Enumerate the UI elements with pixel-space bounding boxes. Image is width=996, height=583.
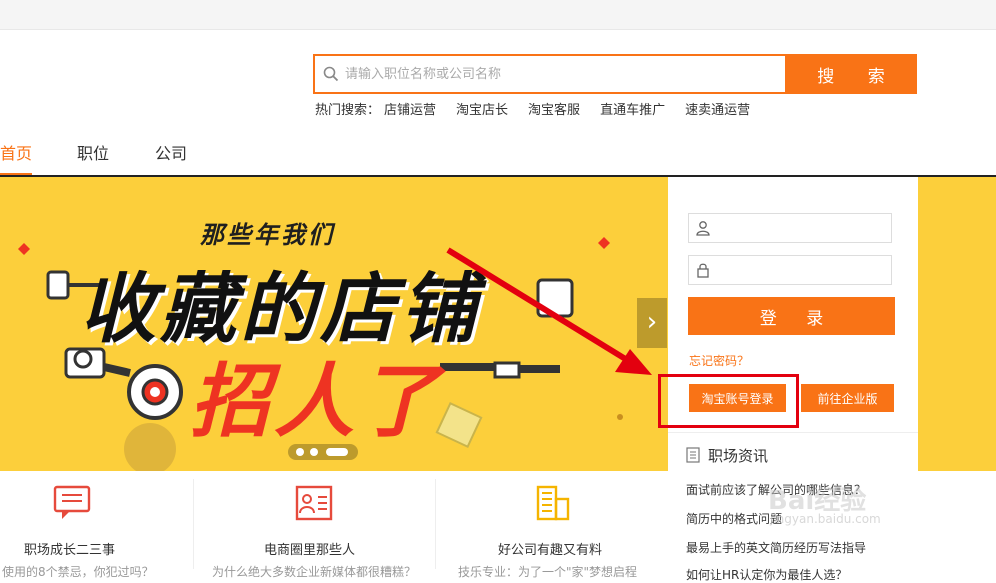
card-ecommerce[interactable]: 电商圈里那些人 为什么绝大多数企业新媒体都很糟糕？ [194, 471, 434, 579]
news-item[interactable]: 如何让HR认定你为最佳人选？ [686, 566, 847, 583]
search-input[interactable] [345, 56, 785, 92]
search-button[interactable]: 搜 索 [785, 54, 917, 94]
username-input[interactable] [719, 218, 887, 238]
card-title: 电商圈里那些人 [264, 543, 356, 558]
chat-icon [53, 485, 91, 519]
user-icon [696, 221, 710, 236]
card-subtitle: 为什么绝大多数企业新媒体都很糟糕？ [212, 565, 417, 579]
main-nav: 首页 职位 公司 [0, 128, 996, 176]
username-field[interactable] [688, 213, 892, 243]
hot-search-label: 热门搜索： [315, 103, 381, 118]
profile-card-icon [295, 485, 333, 521]
annotation-highlight-box [658, 374, 799, 428]
card-company[interactable]: 好公司有趣又有料 技乐专业：为了一个"家"梦想启程 [436, 471, 676, 579]
news-item[interactable]: 最易上手的英文简历经历写法指导 [686, 539, 866, 556]
nav-item-jobs[interactable]: 职位 [77, 140, 109, 176]
search-icon [323, 66, 339, 82]
hot-search-link[interactable]: 速卖通运营 [685, 103, 750, 118]
nav-item-companies[interactable]: 公司 [155, 140, 187, 176]
news-title: 职场资讯 [708, 447, 769, 465]
hot-search-link[interactable]: 直通车推广 [600, 103, 665, 118]
top-bar [0, 0, 996, 30]
search-box: 搜 索 [313, 54, 917, 94]
card-title: 职场成长二三事 [24, 543, 116, 558]
enterprise-button[interactable]: 前往企业版 [801, 384, 894, 412]
annotation-arrow [446, 247, 652, 375]
card-subtitle: 使用的8个禁忌，你犯过吗？ [2, 565, 154, 579]
watermark-url: jingyan.baidu.com [770, 512, 881, 526]
card-title: 好公司有趣又有料 [498, 543, 603, 558]
forgot-password-link[interactable]: 忘记密码？ [689, 352, 749, 369]
lock-icon [697, 263, 709, 278]
building-icon [536, 485, 570, 521]
password-field[interactable] [688, 255, 892, 285]
document-icon [686, 447, 700, 463]
hot-search-link[interactable]: 淘宝客服 [528, 103, 580, 118]
nav-item-home[interactable]: 首页 [0, 140, 33, 176]
card-subtitle: 技乐专业：为了一个"家"梦想启程 [458, 565, 638, 579]
hot-searches: 热门搜索： 店铺运营 淘宝店长 淘宝客服 直通车推广 速卖通运营 [315, 99, 770, 118]
feature-cards: 职场成长二三事 使用的8个禁忌，你犯过吗？ 电商圈里那些人 为什么绝大多数企业新… [0, 471, 668, 579]
login-button[interactable]: 登 录 [688, 297, 895, 335]
password-input[interactable] [719, 260, 887, 280]
hot-search-link[interactable]: 淘宝店长 [456, 103, 508, 118]
hot-search-link[interactable]: 店铺运营 [384, 103, 436, 118]
